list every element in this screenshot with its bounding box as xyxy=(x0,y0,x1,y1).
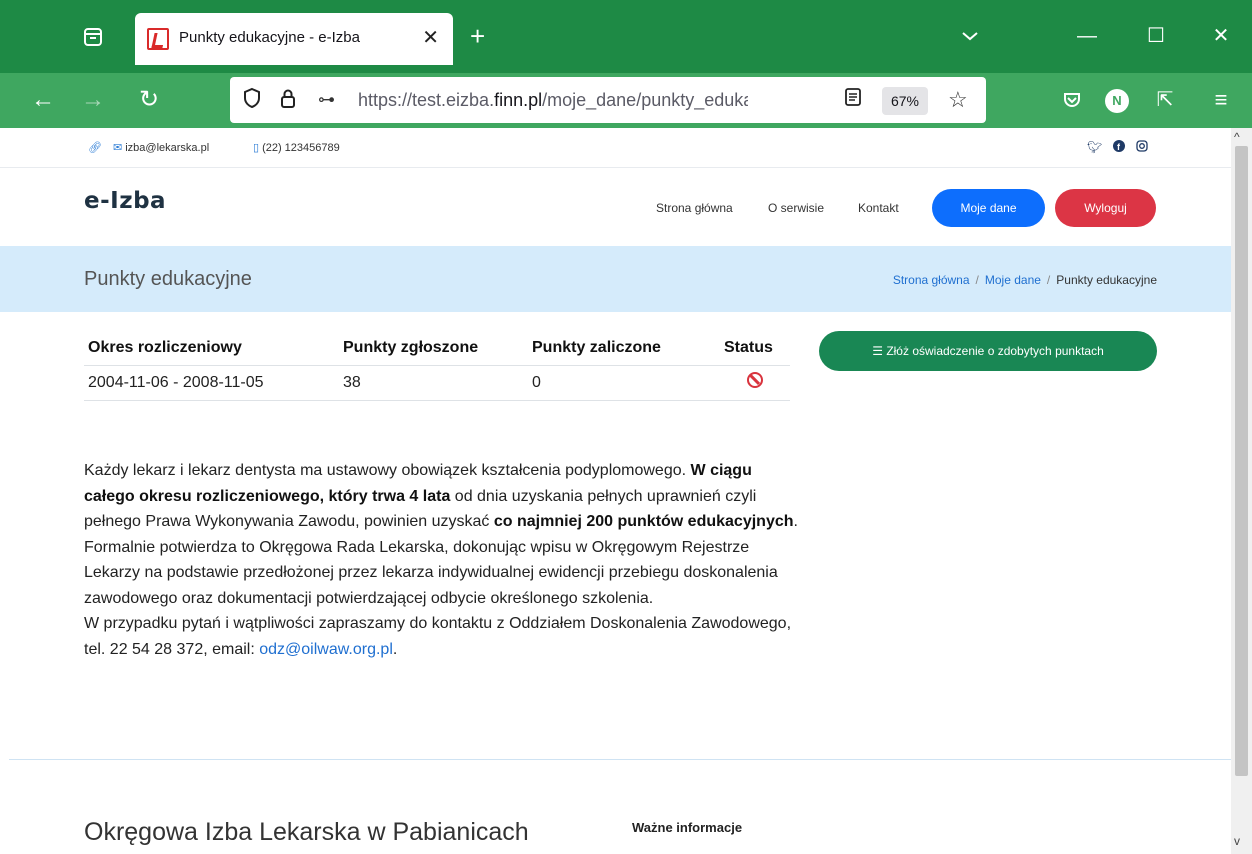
shield-icon[interactable] xyxy=(242,87,262,116)
url-prefix: https://test.eizba. xyxy=(358,90,495,110)
menu-home-link[interactable]: Strona główna xyxy=(656,201,733,215)
contact-phone[interactable]: ▯ (22) 123456789 xyxy=(253,141,340,154)
scroll-down-arrow-icon[interactable]: v xyxy=(1234,834,1240,848)
ban-icon xyxy=(747,372,763,388)
my-data-button[interactable]: Moje dane xyxy=(932,189,1045,227)
site-logo[interactable]: e-Izba xyxy=(84,188,166,214)
table-row: 2004-11-06 - 2008-11-05 38 0 xyxy=(84,364,790,401)
page-viewport: 🔗︎ ✉ izba@lekarska.pl ▯ (22) 123456789 🐦︎ … xyxy=(0,128,1231,854)
tab-title: Punkty edukacyjne - e-Izba xyxy=(179,29,360,46)
list-icon: ☰ xyxy=(872,344,887,358)
new-tab-button[interactable]: + xyxy=(470,23,485,49)
facebook-icon[interactable]: f xyxy=(1113,140,1125,155)
breadcrumb-separator: / xyxy=(1046,273,1051,287)
submit-declaration-label: Złóż oświadczenie o zdobytych punktach xyxy=(886,344,1104,358)
breadcrumb-home[interactable]: Strona główna xyxy=(893,273,970,287)
email-link[interactable]: odz@oilwaw.org.pl xyxy=(259,641,393,658)
contact-email[interactable]: ✉ izba@lekarska.pl xyxy=(113,141,209,154)
logout-button[interactable]: Wyloguj xyxy=(1055,189,1156,227)
maximize-button[interactable]: ☐ xyxy=(1136,22,1176,50)
url-domain: finn.pl xyxy=(494,90,543,110)
scrollbar-thumb[interactable] xyxy=(1235,146,1248,776)
extensions-icon[interactable]: ⇱ xyxy=(1150,86,1180,114)
status-cell xyxy=(720,364,790,401)
info-text-part: . xyxy=(392,640,398,658)
pocket-icon[interactable] xyxy=(1057,86,1087,118)
info-text-part: W przypadku pytań i wątpliwości zaprasza… xyxy=(84,615,792,658)
browser-toolbar: ← → ↻ ⊶ https://test.eizba.finn.pl/moje_… xyxy=(0,73,1252,128)
contact-email-text: izba@lekarska.pl xyxy=(125,142,210,154)
url-path: /moje_dane/punkty_edukacyjne xyxy=(542,90,748,110)
page-header: Punkty edukacyjne Strona główna / Moje dan… xyxy=(0,246,1231,312)
url-text[interactable]: https://test.eizba.finn.pl/moje_dane/pun… xyxy=(358,90,748,111)
breadcrumb-current: Punkty edukacyjne xyxy=(1056,273,1157,287)
phone-icon: ▯ xyxy=(253,142,260,154)
reload-icon[interactable]: ↻ xyxy=(134,86,164,114)
column-header-accepted: Punkty zaliczone xyxy=(532,338,661,356)
section-divider xyxy=(9,759,1231,760)
link-icon: 🔗︎ xyxy=(88,142,102,154)
site-favicon-icon xyxy=(147,28,169,50)
period-cell: 2004-11-06 - 2008-11-05 xyxy=(84,364,339,401)
breadcrumb-separator: / xyxy=(975,273,979,287)
twitter-icon[interactable]: 🐦︎ xyxy=(1087,140,1102,154)
breadcrumb-my-data[interactable]: Moje dane xyxy=(985,273,1041,287)
menu-about-link[interactable]: O serwisie xyxy=(768,201,824,215)
tab-list-icon[interactable] xyxy=(82,26,104,48)
minimize-button[interactable]: — xyxy=(1067,22,1107,50)
breadcrumb: Strona główna / Moje dane / Punkty edukacyjn… xyxy=(893,273,1157,287)
vertical-scrollbar[interactable]: ^ v xyxy=(1231,128,1252,854)
forward-arrow-icon[interactable]: → xyxy=(78,86,108,114)
profile-avatar-icon[interactable]: N xyxy=(1105,89,1129,113)
contact-bar: 🔗︎ ✉ izba@lekarska.pl ▯ (22) 123456789 🐦︎ … xyxy=(0,128,1231,168)
table-header-row: Okres rozliczeniowy Punkty zgłoszone Pun… xyxy=(84,331,790,365)
back-arrow-icon[interactable]: ← xyxy=(28,86,58,114)
site-permissions-icon[interactable]: ⊶ xyxy=(318,87,335,113)
column-header-period: Okres rozliczeniowy xyxy=(88,338,242,356)
tab-overflow-chevron-icon[interactable] xyxy=(950,22,990,50)
points-table: Okres rozliczeniowy Punkty zgłoszone Pun… xyxy=(84,331,790,401)
zoom-level-button[interactable]: 67% xyxy=(882,87,928,115)
page-title: Punkty edukacyjne xyxy=(84,268,252,290)
submitted-points-cell: 38 xyxy=(339,364,528,401)
submit-declaration-button[interactable]: ☰ Złóż oświadczenie o zdobytych punktach xyxy=(819,331,1157,371)
accepted-points-cell: 0 xyxy=(528,364,720,401)
address-bar[interactable]: ⊶ https://test.eizba.finn.pl/moje_dane/p… xyxy=(230,77,986,123)
contact-phone-text: (22) 123456789 xyxy=(262,142,340,154)
menu-contact-link[interactable]: Kontakt xyxy=(858,201,899,215)
tab-close-button[interactable]: ✕ xyxy=(422,25,439,50)
info-text-part: Każdy lekarz i lekarz dentysta ma ustawo… xyxy=(84,462,691,479)
close-window-button[interactable]: ✕ xyxy=(1201,22,1241,50)
bookmark-star-icon[interactable]: ☆ xyxy=(948,87,968,113)
browser-titlebar: Punkty edukacyjne - e-Izba ✕ + — ☐ ✕ xyxy=(0,0,1252,73)
scroll-up-arrow-icon[interactable]: ^ xyxy=(1234,130,1240,144)
browser-tab[interactable]: Punkty edukacyjne - e-Izba ✕ xyxy=(135,13,453,65)
menu-hamburger-icon[interactable]: ≡ xyxy=(1206,86,1236,114)
column-header-status: Status xyxy=(724,338,773,356)
footer-subtitle: Ważne informacje xyxy=(632,820,743,835)
info-text: Każdy lekarz i lekarz dentysta ma ustawo… xyxy=(84,458,804,662)
envelope-icon: ✉ xyxy=(113,142,123,154)
column-header-submitted: Punkty zgłoszone xyxy=(343,338,479,356)
instagram-icon[interactable] xyxy=(1136,140,1148,155)
lock-icon[interactable] xyxy=(278,87,298,116)
footer-title: Okręgowa Izba Lekarska w Pabianicach xyxy=(84,818,529,846)
reader-view-icon[interactable] xyxy=(844,87,862,114)
info-text-bold: co najmniej 200 punktów edukacyjnych xyxy=(493,513,794,530)
